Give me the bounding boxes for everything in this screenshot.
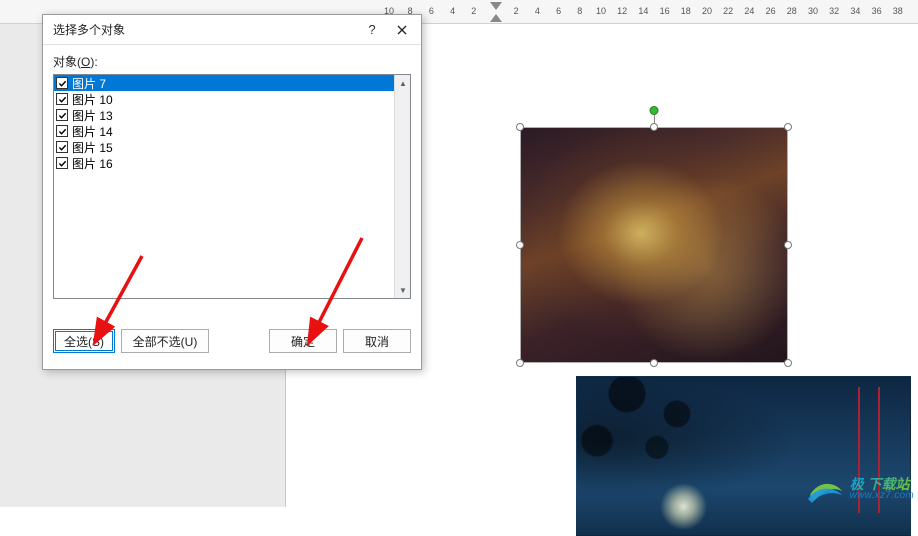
cancel-button[interactable]: 取消 [343,329,411,353]
checkbox[interactable] [56,93,68,105]
ruler-tick: 4 [535,6,540,16]
ruler-tick: 24 [744,6,754,16]
dialog-titlebar[interactable]: 选择多个对象 ? [43,15,421,45]
ruler-indent-top-marker[interactable] [490,2,502,10]
dialog-title: 选择多个对象 [53,21,357,38]
dialog-close-button[interactable] [387,17,417,43]
list-item-label: 图片 15 [70,139,113,156]
checkbox[interactable] [56,109,68,121]
rotate-handle[interactable] [650,106,659,115]
list-item-label: 图片 16 [70,155,113,172]
ruler-tick: 18 [681,6,691,16]
ruler-tick: 20 [702,6,712,16]
help-icon: ? [368,22,375,37]
resize-handle-tr[interactable] [784,123,792,131]
list-item[interactable]: 图片 10 [54,91,394,107]
resize-handle-tl[interactable] [516,123,524,131]
ruler-indent-bottom-marker[interactable] [490,14,502,22]
checkbox[interactable] [56,141,68,153]
ruler-tick: 32 [829,6,839,16]
list-item[interactable]: 图片 15 [54,139,394,155]
picture-10[interactable] [576,376,911,536]
close-icon [397,25,407,35]
list-item[interactable]: 图片 14 [54,123,394,139]
scroll-down-icon[interactable]: ▼ [395,282,411,298]
checkbox[interactable] [56,125,68,137]
resize-handle-bl[interactable] [516,359,524,367]
resize-handle-lm[interactable] [516,241,524,249]
list-item-label: 图片 13 [70,107,113,124]
ruler-tick: 12 [617,6,627,16]
resize-handle-rm[interactable] [784,241,792,249]
ruler-tick: 38 [893,6,903,16]
list-item[interactable]: 图片 16 [54,155,394,171]
resize-handle-bm[interactable] [650,359,658,367]
ruler-tick: 14 [638,6,648,16]
select-multiple-objects-dialog: 选择多个对象 ? 对象(O): 图片 7图片 10图片 13图片 14图片 15… [42,14,422,370]
checkbox[interactable] [56,157,68,169]
ruler-tick: 26 [766,6,776,16]
list-item-label: 图片 7 [70,75,106,92]
resize-handle-tm[interactable] [650,123,658,131]
dialog-button-row: 全选(S) 全部不选(U) 确定 取消 [53,329,411,353]
ok-button[interactable]: 确定 [269,329,337,353]
ruler-tick: 16 [660,6,670,16]
ruler-tick: 2 [471,6,476,16]
picture-7[interactable] [520,127,788,363]
select-none-button[interactable]: 全部不选(U) [121,329,209,353]
ruler-tick: 28 [787,6,797,16]
ruler-tick: 6 [429,6,434,16]
list-item-label: 图片 10 [70,91,113,108]
select-all-button[interactable]: 全选(S) [53,329,115,353]
objects-label: 对象(O): [53,53,411,70]
ruler-tick: 4 [450,6,455,16]
list-item-label: 图片 14 [70,123,113,140]
list-item[interactable]: 图片 7 [54,75,394,91]
ruler-tick: 22 [723,6,733,16]
dialog-help-button[interactable]: ? [357,17,387,43]
objects-listbox[interactable]: 图片 7图片 10图片 13图片 14图片 15图片 16 ▲ ▼ [53,74,411,299]
listbox-scrollbar[interactable]: ▲ ▼ [394,75,410,298]
ruler-tick: 36 [872,6,882,16]
ruler-tick: 10 [596,6,606,16]
ruler-tick: 30 [808,6,818,16]
ruler-tick: 2 [514,6,519,16]
checkbox[interactable] [56,77,68,89]
ruler-tick: 6 [556,6,561,16]
ruler-tick: 34 [850,6,860,16]
scroll-up-icon[interactable]: ▲ [395,75,411,91]
list-item[interactable]: 图片 13 [54,107,394,123]
ruler-tick: 8 [577,6,582,16]
resize-handle-br[interactable] [784,359,792,367]
